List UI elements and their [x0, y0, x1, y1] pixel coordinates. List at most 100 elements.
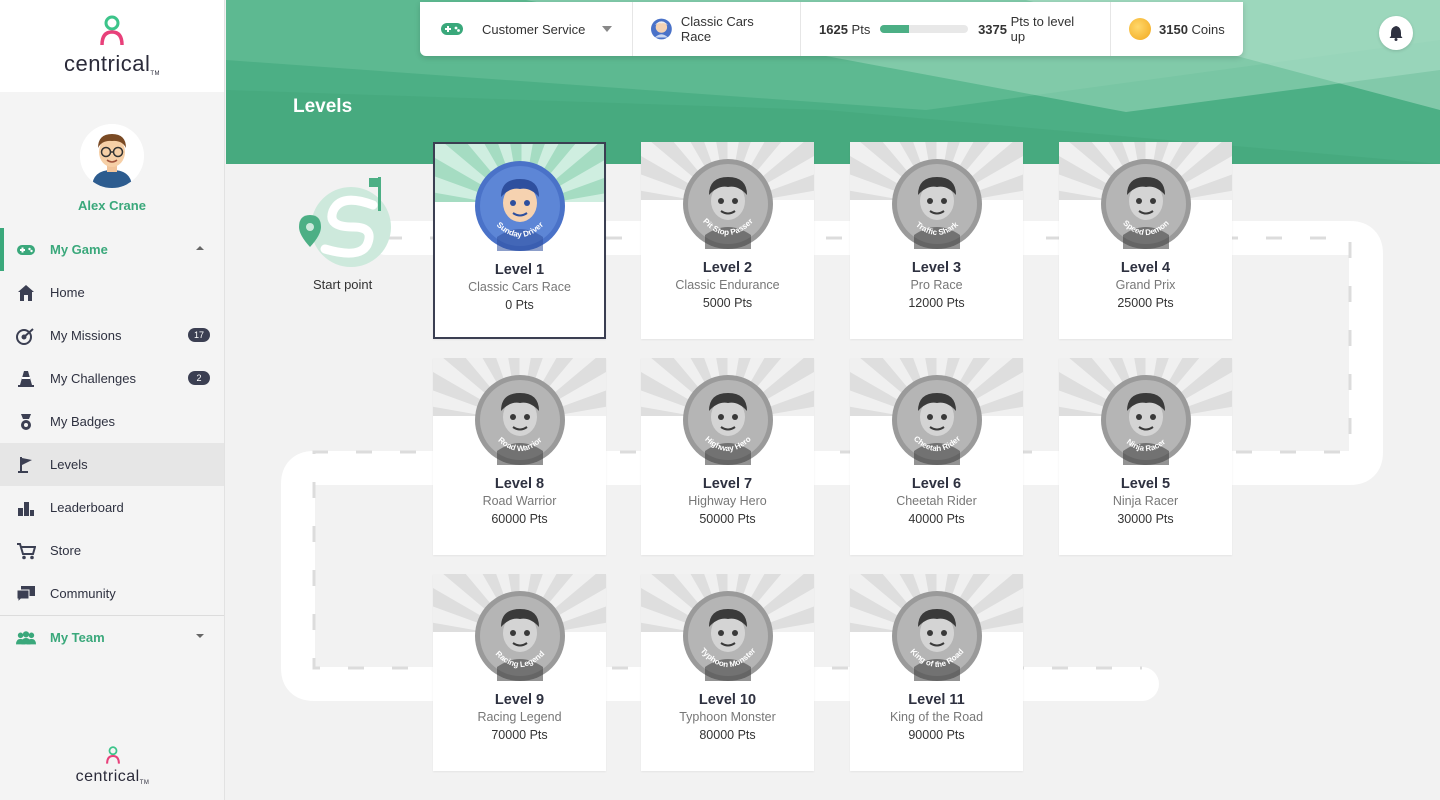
sidebar-item-store[interactable]: Store: [0, 529, 224, 572]
avatar[interactable]: [80, 124, 144, 188]
level-card-6[interactable]: Cheetah Rider Level 6 Cheetah Rider 40000 P…: [850, 358, 1023, 555]
level-card-2[interactable]: Pit Stop Passer Level 2 Classic Endurance 5…: [641, 142, 814, 339]
level-medal-icon: Cheetah Rider: [891, 375, 982, 465]
current-race[interactable]: Classic Cars Race: [633, 2, 801, 56]
level-number: Level 11: [908, 692, 965, 708]
brand-tm: TM: [139, 780, 150, 786]
level-points: 5000 Pts: [702, 296, 753, 310]
nav-section-my-team[interactable]: My Team: [0, 616, 224, 659]
level-medal-icon: Pit Stop Passer: [682, 159, 773, 249]
level-points: 60000 Pts: [491, 512, 548, 526]
sidebar-item-home[interactable]: Home: [0, 271, 224, 314]
level-points: 0 Pts: [505, 298, 534, 312]
level-name: Highway Hero: [688, 494, 767, 508]
sidebar-item-label: My Badges: [50, 414, 116, 429]
level-number: Level 9: [494, 692, 545, 708]
level-medal-icon: Traffic Shark: [891, 159, 982, 249]
level-progress-fill: [880, 25, 909, 33]
sidebar-item-leaderboard[interactable]: Leaderboard: [0, 486, 224, 529]
level-card-1[interactable]: Sunday Driver Level 1 Classic Cars Race 0 P…: [433, 142, 606, 339]
coin-icon: [1129, 18, 1151, 40]
level-number: Level 2: [702, 260, 753, 276]
coins-value: 3150: [1159, 21, 1188, 37]
chat-icon: [16, 584, 36, 604]
level-medal-icon: Racing Legend: [474, 591, 565, 681]
level-name: Grand Prix: [1115, 278, 1176, 292]
level-medal-icon: Sunday Driver: [474, 161, 565, 251]
nav-section-my-game[interactable]: My Game: [0, 228, 224, 271]
home-icon: [16, 283, 36, 303]
user-name[interactable]: Alex Crane: [78, 198, 146, 213]
level-number: Level 10: [698, 692, 757, 708]
page-title: Levels: [293, 96, 353, 117]
level-number: Level 4: [1120, 260, 1171, 276]
level-points: 40000 Pts: [908, 512, 965, 526]
sidebar-item-label: Leaderboard: [50, 500, 124, 515]
level-card-3[interactable]: Traffic Shark Level 3 Pro Race 12000 Pts: [850, 142, 1023, 339]
level-points: 90000 Pts: [908, 728, 965, 742]
level-medal-icon: Typhoon Monster: [682, 591, 773, 681]
sidebar: centricalTM Alex Crane My Game Home My M…: [0, 0, 225, 800]
sidebar-item-label: Community: [50, 586, 116, 601]
sidebar-item-my-badges[interactable]: My Badges: [0, 400, 224, 443]
level-name: Pro Race: [910, 278, 963, 292]
level-card-11[interactable]: King of the Road Level 11 King of the Road…: [850, 574, 1023, 771]
challenges-count-badge: 2: [188, 371, 210, 385]
gamepad-icon: [441, 23, 463, 35]
team-icon: [16, 628, 36, 648]
sidebar-item-community[interactable]: Community: [0, 572, 224, 615]
sidebar-item-label: Home: [50, 285, 85, 300]
level-card-7[interactable]: Highway Hero Level 7 Highway Hero 50000 Pts: [641, 358, 814, 555]
level-card-10[interactable]: Typhoon Monster Level 10 Typhoon Monster 80…: [641, 574, 814, 771]
sidebar-nav: My Game Home My Missions 17 My Challenge…: [0, 228, 224, 659]
level-points: 50000 Pts: [699, 512, 756, 526]
level-progress-bar: [880, 25, 969, 33]
level-medal-icon: Speed Demon: [1100, 159, 1191, 249]
user-profile: Alex Crane: [0, 92, 224, 228]
brand-tm: TM: [150, 71, 161, 77]
brand-name: centrical: [75, 768, 140, 785]
gamepad-icon: [16, 240, 36, 260]
sidebar-item-my-missions[interactable]: My Missions 17: [0, 314, 224, 357]
leaderboard-icon: [16, 498, 36, 518]
level-card-9[interactable]: Racing Legend Level 9 Racing Legend 70000 P…: [433, 574, 606, 771]
game-select-dropdown[interactable]: Customer Service: [420, 2, 633, 56]
level-points: 25000 Pts: [1117, 296, 1174, 310]
current-points: 1625: [819, 21, 848, 37]
race-avatar-icon: [651, 18, 672, 40]
level-points: 12000 Pts: [908, 296, 965, 310]
sidebar-item-my-challenges[interactable]: My Challenges 2: [0, 357, 224, 400]
chevron-down-icon: [602, 26, 612, 32]
level-name: Classic Endurance: [675, 278, 780, 292]
coins-label: Coins: [1191, 21, 1225, 37]
sidebar-item-levels[interactable]: Levels: [0, 443, 224, 486]
level-number: Level 6: [911, 476, 962, 492]
start-point-label: Start point: [313, 277, 373, 292]
coins-balance[interactable]: 3150 Coins: [1111, 2, 1243, 56]
top-status-bar: Customer Service Classic Cars Race 1625 …: [420, 2, 1243, 56]
level-card-5[interactable]: Ninja Racer Level 5 Ninja Racer 30000 Pts: [1059, 358, 1232, 555]
cart-icon: [16, 541, 36, 561]
brand-logo[interactable]: centricalTM: [0, 0, 224, 92]
target-icon: [16, 326, 36, 346]
bell-icon: [1389, 26, 1403, 41]
level-medal-icon: Highway Hero: [682, 375, 773, 465]
level-name: Typhoon Monster: [679, 710, 776, 724]
level-number: Level 5: [1120, 476, 1171, 492]
points-to-level-up: 3375: [978, 21, 1007, 37]
brand-name: centrical: [63, 51, 151, 76]
points-progress: 1625 Pts 3375 Pts to level up: [801, 2, 1111, 56]
level-name: Classic Cars Race: [468, 280, 571, 294]
missions-count-badge: 17: [187, 328, 210, 342]
level-card-4[interactable]: Speed Demon Level 4 Grand Prix 25000 Pts: [1059, 142, 1232, 339]
level-number: Level 7: [702, 476, 753, 492]
level-card-8[interactable]: Road Warrior Level 8 Road Warrior 60000 Pts: [433, 358, 606, 555]
nav-section-label: My Team: [50, 630, 105, 645]
level-points: 70000 Pts: [491, 728, 548, 742]
sidebar-item-label: My Challenges: [50, 371, 136, 386]
level-name: Ninja Racer: [1112, 494, 1179, 508]
footer-logo: centricalTM: [0, 746, 225, 786]
level-points: 30000 Pts: [1117, 512, 1174, 526]
notifications-button[interactable]: [1379, 16, 1413, 50]
sidebar-item-label: Store: [50, 543, 82, 558]
